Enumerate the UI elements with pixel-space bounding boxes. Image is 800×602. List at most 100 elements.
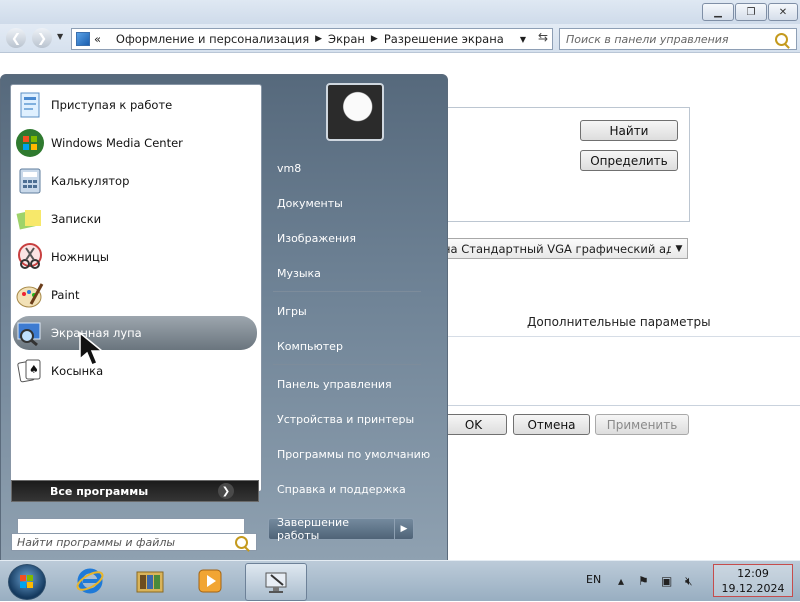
default-programs-link[interactable]: Программы по умолчанию <box>271 440 437 468</box>
paint-icon <box>15 280 45 310</box>
pinned-item-paint[interactable]: Paint <box>13 278 257 312</box>
search-placeholder: Поиск в панели управления <box>566 32 729 46</box>
windows-logo-icon <box>20 575 33 588</box>
address-dropdown-icon[interactable]: ▼ <box>520 29 526 49</box>
pinned-item-label: Записки <box>51 212 102 226</box>
minimize-button[interactable]: ▁ <box>702 3 734 21</box>
breadcrumb-separator-icon <box>107 34 110 44</box>
pinned-item-label: Paint <box>51 288 80 302</box>
volume-muted-icon[interactable]: 🔇︎ <box>685 574 693 589</box>
control-panel-link[interactable]: Панель управления <box>271 370 437 398</box>
breadcrumb-separator-icon[interactable]: ▶ <box>315 34 322 44</box>
breadcrumb-item[interactable]: Экран <box>328 32 365 46</box>
language-indicator[interactable]: EN <box>586 573 601 586</box>
breadcrumb-separator-icon[interactable]: ▶ <box>371 34 378 44</box>
address-bar[interactable]: « Оформление и персонализация ▶ Экран ▶ … <box>71 28 553 50</box>
start-search-input[interactable]: Найти программы и файлы <box>11 533 257 551</box>
show-hidden-icons-icon[interactable]: ▴ <box>618 574 624 588</box>
close-icon: ✕ <box>778 6 788 18</box>
pinned-item-sticky-notes[interactable]: Записки <box>13 202 257 236</box>
pinned-item-media-center[interactable]: Windows Media Center <box>13 126 257 160</box>
pinned-item-snipping-tool[interactable]: Ножницы <box>13 240 257 274</box>
chevron-right-icon[interactable]: ▶ <box>394 519 413 539</box>
title-bar: ▁ ❐ ✕ <box>0 0 800 24</box>
shutdown-button[interactable]: Завершение работы ▶ <box>268 516 414 542</box>
taskbar: EN ▴ ⚑ ▣ 🔇︎ 12:09 19.12.2024 <box>0 560 800 601</box>
snipping-tool-icon <box>15 242 45 272</box>
close-button[interactable]: ✕ <box>768 3 798 21</box>
arrow-left-icon: ❮ <box>10 31 22 45</box>
restore-icon: ❐ <box>746 6 756 18</box>
detect-button[interactable]: Определить <box>580 150 678 171</box>
pinned-item-label: Калькулятор <box>51 174 130 188</box>
svg-text:♠: ♠ <box>29 363 39 376</box>
ok-button[interactable]: OK <box>440 414 507 435</box>
help-support-link[interactable]: Справка и поддержка <box>271 475 437 503</box>
apply-button[interactable]: Применить <box>595 414 689 435</box>
libraries-icon <box>136 571 164 593</box>
pinned-item-label: Приступая к работе <box>51 98 173 112</box>
getting-started-icon <box>15 90 45 120</box>
action-center-icon[interactable]: ⚑ <box>638 574 649 588</box>
clock-time: 12:09 <box>737 567 769 580</box>
control-panel-icon <box>76 32 90 46</box>
maximize-button[interactable]: ❐ <box>735 3 767 21</box>
music-link[interactable]: Музыка <box>271 259 437 287</box>
monitor-select-value: на Стандартный VGA графический адапт <box>443 241 671 256</box>
back-button[interactable]: ❮ <box>6 28 26 48</box>
sticky-notes-icon <box>15 204 45 234</box>
forward-button[interactable]: ❯ <box>32 28 52 48</box>
taskbar-internet-explorer[interactable] <box>62 563 118 599</box>
calculator-icon <box>15 166 45 196</box>
chevron-right-icon: ❯ <box>218 483 234 499</box>
start-button[interactable] <box>8 564 46 600</box>
clock[interactable]: 12:09 19.12.2024 <box>713 564 793 597</box>
refresh-icon[interactable]: ⇆ <box>538 30 548 44</box>
divider <box>440 405 800 406</box>
navigation-bar: ❮ ❯ ▼ « Оформление и персонализация ▶ Эк… <box>0 24 800 53</box>
user-avatar[interactable] <box>326 83 384 141</box>
divider <box>273 291 421 292</box>
search-results-strip <box>17 518 245 534</box>
all-programs-button[interactable]: Все программы ❯ <box>11 480 259 502</box>
breadcrumb-item[interactable]: Оформление и персонализация <box>116 32 309 46</box>
computer-link[interactable]: Компьютер <box>271 332 437 360</box>
pinned-item-solitaire[interactable]: ♠ Косынка <box>13 354 257 388</box>
documents-link[interactable]: Документы <box>271 189 437 217</box>
chevron-down-icon[interactable]: ▼ <box>671 244 687 254</box>
user-folder-link[interactable]: vm8 <box>271 154 437 182</box>
find-button[interactable]: Найти <box>580 120 678 141</box>
mouse-cursor-icon <box>79 331 104 366</box>
arrow-right-icon: ❯ <box>36 31 48 45</box>
pinned-item-calculator[interactable]: Калькулятор <box>13 164 257 198</box>
pinned-programs-pane: Приступая к работе Windows Media Center … <box>10 84 262 492</box>
pinned-item-magnifier[interactable]: Экранная лупа <box>13 316 257 350</box>
shutdown-label: Завершение работы <box>277 516 349 542</box>
magnifier-icon <box>15 318 45 348</box>
taskbar-control-panel[interactable] <box>245 563 307 601</box>
devices-printers-link[interactable]: Устройства и принтеры <box>271 405 437 433</box>
taskbar-media-player[interactable] <box>182 563 238 599</box>
divider <box>273 364 421 365</box>
search-icon <box>235 535 248 549</box>
network-icon[interactable]: ▣ <box>661 574 672 588</box>
advanced-settings-link[interactable]: Дополнительные параметры <box>527 315 711 329</box>
recent-pages-dropdown[interactable]: ▼ <box>57 32 63 41</box>
divider <box>440 336 800 337</box>
all-programs-label: Все программы <box>50 484 149 498</box>
start-menu: Приступая к работе Windows Media Center … <box>0 74 448 562</box>
pictures-link[interactable]: Изображения <box>271 224 437 252</box>
games-link[interactable]: Игры <box>271 297 437 325</box>
monitor-select[interactable]: на Стандартный VGA графический адапт ▼ <box>440 238 688 259</box>
minimize-icon: ▁ <box>714 6 722 18</box>
control-panel-search[interactable]: Поиск в панели управления <box>559 28 797 50</box>
breadcrumb-item[interactable]: Разрешение экрана <box>384 32 504 46</box>
search-icon[interactable] <box>775 32 788 46</box>
pinned-item-label: Ножницы <box>51 250 109 264</box>
cancel-button[interactable]: Отмена <box>513 414 590 435</box>
breadcrumb-prefix[interactable]: « <box>94 32 101 46</box>
start-search-placeholder: Найти программы и файлы <box>17 535 176 549</box>
taskbar-file-explorer[interactable] <box>122 563 178 599</box>
pinned-item-getting-started[interactable]: Приступая к работе <box>13 88 257 122</box>
clock-date: 19.12.2024 <box>721 582 785 595</box>
